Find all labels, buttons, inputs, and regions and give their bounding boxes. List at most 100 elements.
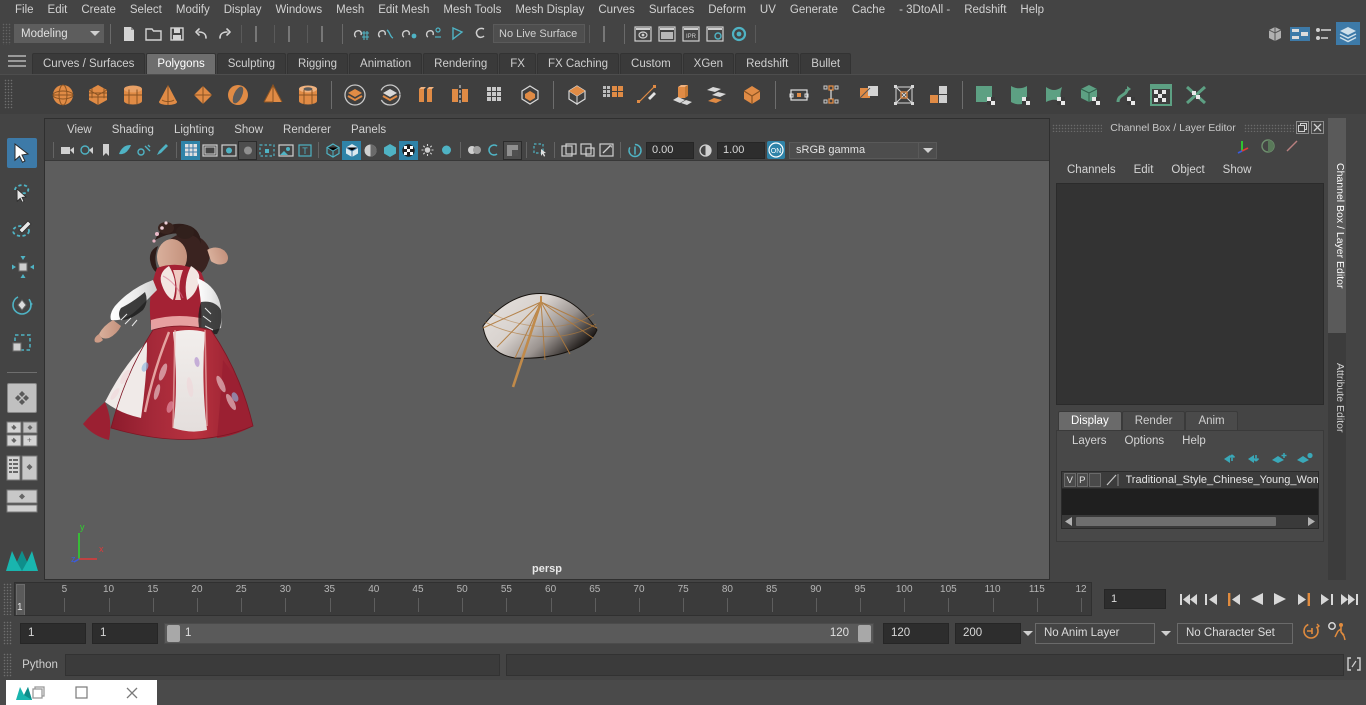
step-forward-keyframe-icon[interactable]	[1316, 588, 1336, 610]
layer-visibility-toggle[interactable]: V	[1064, 473, 1076, 487]
lighting-toggle-icon[interactable]	[418, 141, 437, 160]
poly-pipe-icon[interactable]	[291, 78, 325, 112]
single-pane-icon[interactable]	[559, 141, 578, 160]
persp-outliner-layout[interactable]	[6, 455, 38, 481]
menu-item-curves[interactable]: Curves	[591, 0, 641, 20]
range-end-handle[interactable]	[858, 624, 871, 642]
scene-model[interactable]	[45, 162, 1049, 579]
side-tab-channel-box-layer-editor[interactable]: Channel Box / Layer Editor	[1328, 118, 1346, 333]
move-tool[interactable]	[7, 252, 37, 282]
poly-combine-icon[interactable]	[408, 78, 442, 112]
menu-set-selector[interactable]: Modeling	[14, 24, 104, 43]
shelf-menu-icon[interactable]	[8, 51, 26, 71]
channel-menu-edit[interactable]: Edit	[1125, 164, 1163, 176]
four-view-layout[interactable]: + + +	[6, 421, 38, 447]
color-management-selector[interactable]: sRGB gamma	[789, 141, 919, 159]
select-by-render-icon[interactable]	[594, 22, 618, 45]
safe-action-icon[interactable]	[276, 141, 295, 160]
snapshot-icon[interactable]	[597, 141, 616, 160]
shelf-grip[interactable]	[4, 79, 13, 109]
snap-to-point-icon[interactable]	[397, 22, 421, 45]
close-window-icon[interactable]	[107, 680, 157, 705]
display-render-stats-icon[interactable]	[1260, 138, 1276, 159]
script-editor-icon[interactable]	[1344, 654, 1364, 674]
anim-layer-chevron-down-icon[interactable]	[1021, 623, 1035, 643]
anim-end-time-field[interactable]: 200	[955, 622, 1021, 644]
menu-item-mesh-display[interactable]: Mesh Display	[508, 0, 591, 20]
use-default-material-icon[interactable]	[380, 141, 399, 160]
new-scene-icon[interactable]	[117, 22, 141, 45]
render-current-frame-icon[interactable]	[655, 22, 679, 45]
2d-pan-zoom-icon[interactable]	[134, 141, 153, 160]
move-layer-up-icon[interactable]	[1223, 452, 1239, 470]
scale-tool[interactable]	[7, 328, 37, 358]
input-output-connections-icon[interactable]	[1284, 138, 1300, 159]
menu-item-help[interactable]: Help	[1013, 0, 1051, 20]
command-language-label[interactable]: Python	[15, 659, 65, 671]
xray-text-icon[interactable]: T	[295, 141, 314, 160]
film-origin-icon[interactable]	[257, 141, 276, 160]
character-set-chevron-down-icon[interactable]	[1159, 623, 1173, 643]
maya-app-icon[interactable]	[6, 680, 56, 705]
menu-item-cache[interactable]: Cache	[845, 0, 892, 20]
shelf-tab-rendering[interactable]: Rendering	[423, 53, 499, 74]
menu-item-generate[interactable]: Generate	[783, 0, 845, 20]
playback-end-time-field[interactable]: 120	[883, 622, 949, 644]
panel-grip-left[interactable]	[1052, 123, 1103, 132]
multisample-icon[interactable]	[503, 140, 522, 160]
menu-item-edit[interactable]: Edit	[41, 0, 75, 20]
poly-cone-icon[interactable]	[151, 78, 185, 112]
panel-grip-right[interactable]	[1243, 123, 1294, 132]
snap-to-curve-icon[interactable]	[373, 22, 397, 45]
poly-separate-icon[interactable]	[443, 78, 477, 112]
open-scene-icon[interactable]	[141, 22, 165, 45]
menu-item-display[interactable]: Display	[217, 0, 269, 20]
shelf-tab-rigging[interactable]: Rigging	[287, 53, 349, 74]
grease-pencil-icon[interactable]	[153, 141, 172, 160]
poly-multicut-icon[interactable]	[630, 78, 664, 112]
menu-item-create[interactable]: Create	[74, 0, 123, 20]
uv-contour-stretch-icon[interactable]	[1109, 78, 1143, 112]
poly-bridge-icon[interactable]	[700, 78, 734, 112]
layer-menu-help[interactable]: Help	[1173, 435, 1215, 447]
channel-menu-object[interactable]: Object	[1162, 164, 1213, 176]
maximize-window-icon[interactable]	[56, 680, 106, 705]
camera-attributes-icon[interactable]	[77, 141, 96, 160]
step-back-frame-icon[interactable]	[1224, 588, 1244, 610]
two-pane-icon[interactable]	[578, 141, 597, 160]
viewport-menu-show[interactable]: Show	[224, 124, 273, 136]
grid-toggle-icon[interactable]	[181, 140, 200, 160]
layer-menu-options[interactable]: Options	[1116, 435, 1174, 447]
uv-cut-sew-icon[interactable]	[1179, 78, 1213, 112]
layer-list-horizontal-scrollbar[interactable]	[1062, 515, 1318, 528]
menu-item-surfaces[interactable]: Surfaces	[642, 0, 701, 20]
create-layer-from-selected-icon[interactable]	[1296, 452, 1313, 470]
live-surface-field[interactable]: No Live Surface	[493, 24, 585, 43]
lasso-select-tool[interactable]	[7, 176, 37, 206]
menu-item-mesh[interactable]: Mesh	[329, 0, 371, 20]
layer-editor-tab-display[interactable]: Display	[1058, 411, 1122, 430]
menu-item-edit-mesh[interactable]: Edit Mesh	[371, 0, 436, 20]
gate-mask-icon[interactable]	[238, 140, 257, 160]
poly-torus-icon[interactable]	[221, 78, 255, 112]
poly-pyramid-icon[interactable]	[256, 78, 290, 112]
shelf-tab-custom[interactable]: Custom	[620, 53, 682, 74]
snap-to-grid-icon[interactable]	[349, 22, 373, 45]
menu-item-redshift[interactable]: Redshift	[957, 0, 1013, 20]
display-layer-list[interactable]: VP Traditional_Style_Chinese_Young_Woman_…	[1061, 471, 1319, 529]
poly-target-weld-icon[interactable]	[887, 78, 921, 112]
make-live-icon[interactable]	[469, 22, 493, 45]
play-forwards-icon[interactable]	[1270, 588, 1290, 610]
time-slider-grip[interactable]	[3, 583, 12, 615]
select-camera-icon[interactable]	[58, 141, 77, 160]
open-graph-editor-icon[interactable]	[1288, 22, 1312, 45]
hypershade-icon[interactable]	[727, 22, 751, 45]
move-layer-down-icon[interactable]	[1247, 452, 1263, 470]
viewport-menu-shading[interactable]: Shading	[102, 124, 164, 136]
poly-sphere-icon[interactable]	[46, 78, 80, 112]
time-slider-track[interactable]: 1 5 10 15 20 25 30 35 40 45 50 55 60 65 70 75 80 85 90 95 1…	[14, 582, 1092, 616]
step-forward-frame-icon[interactable]	[1293, 588, 1313, 610]
layer-playback-toggle[interactable]: P	[1076, 473, 1088, 487]
poly-collapse-icon[interactable]	[817, 78, 851, 112]
rotate-tool[interactable]	[7, 290, 37, 320]
